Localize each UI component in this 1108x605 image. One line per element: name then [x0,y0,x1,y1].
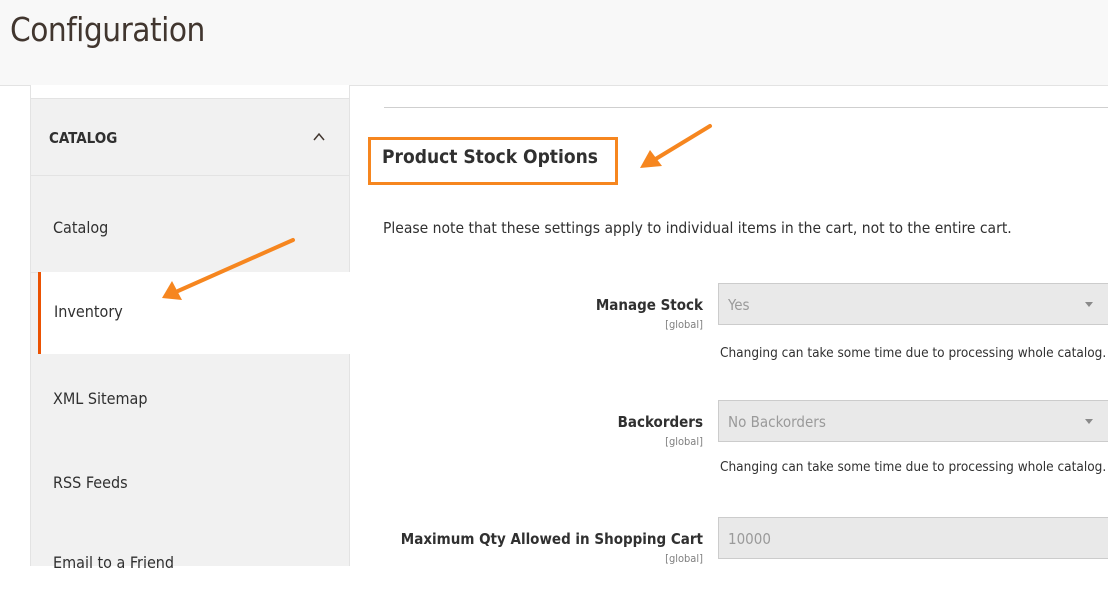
sidebar-item-email-to-a-friend[interactable]: Email to a Friend [31,519,349,605]
dropdown-arrow-icon [1085,419,1093,424]
manage-stock-label: Manage Stock [595,296,703,314]
sidebar-item-inventory[interactable]: Inventory [38,272,352,354]
sidebar-item-label: Catalog [53,218,109,237]
max-qty-scope: [global] [665,552,703,565]
max-qty-input[interactable]: 10000 [718,517,1108,559]
backorders-label: Backorders [617,413,703,431]
sidebar-item-label: Email to a Friend [53,553,175,572]
backorders-select[interactable]: No Backorders [718,400,1108,442]
sidebar-top-spacer [30,85,350,98]
manage-stock-scope: [global] [665,318,703,331]
dropdown-arrow-icon [1085,302,1093,307]
chevron-up-icon [313,132,325,141]
sidebar-item-label: RSS Feeds [53,473,128,492]
max-qty-value: 10000 [728,530,771,548]
arrow-to-section-title-icon [640,124,712,168]
sidebar-item-rss-feeds[interactable]: RSS Feeds [31,439,349,525]
sidebar-section-catalog[interactable]: CATALOG [31,99,349,176]
page-title: Configuration [10,10,205,49]
manage-stock-value: Yes [728,296,750,314]
config-sidebar: CATALOG Catalog Inventory XML Sitemap RS… [30,98,352,572]
sidebar-item-xml-sitemap[interactable]: XML Sitemap [31,355,349,441]
section-note: Please note that these settings apply to… [383,219,1012,237]
sidebar-item-label: XML Sitemap [53,389,148,408]
manage-stock-hint: Changing can take some time due to proce… [720,345,1107,361]
max-qty-label: Maximum Qty Allowed in Shopping Cart [400,530,703,548]
sidebar-item-label: Inventory [54,302,123,321]
section-divider [384,107,1108,108]
backorders-hint: Changing can take some time due to proce… [720,459,1107,475]
backorders-scope: [global] [665,435,703,448]
section-title[interactable]: Product Stock Options [382,146,598,168]
sidebar-section-title: CATALOG [49,129,118,147]
backorders-value: No Backorders [728,413,826,431]
page-header: Configuration [0,0,1108,86]
manage-stock-select[interactable]: Yes [718,283,1108,325]
sidebar-item-catalog[interactable]: Catalog [31,184,349,273]
